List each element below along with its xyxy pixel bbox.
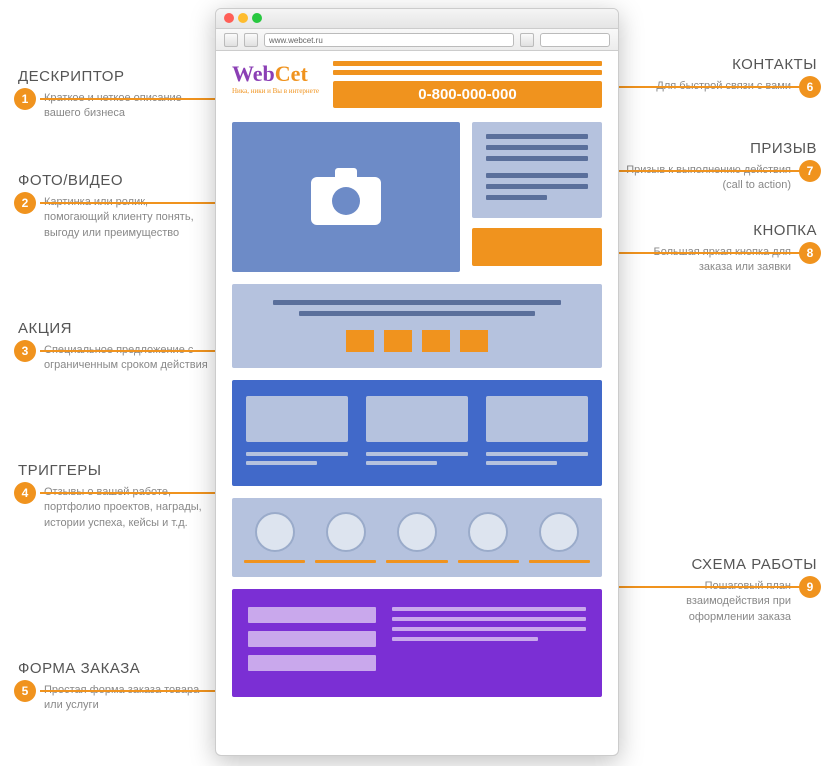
promo-item[interactable] <box>346 330 374 352</box>
annotation-badge: 1 <box>14 88 36 110</box>
workflow-step <box>244 512 305 563</box>
annotation-desc: Специальное предложение с ограниченным с… <box>44 343 213 374</box>
minimize-icon[interactable] <box>238 13 248 23</box>
annotation-badge: 8 <box>799 242 821 264</box>
annotation-button: КНОПКА 8 Большая яркая кнопка для заказа… <box>622 222 817 276</box>
cta-text-block <box>472 122 602 218</box>
form-input[interactable] <box>248 631 376 647</box>
form-input[interactable] <box>248 655 376 671</box>
annotation-title: КНОПКА <box>622 222 817 239</box>
annotation-title: ДЕСКРИПТОР <box>18 68 213 85</box>
annotation-badge: 2 <box>14 192 36 214</box>
connector-line <box>40 492 240 494</box>
connector-line <box>40 350 240 352</box>
promo-item[interactable] <box>384 330 412 352</box>
annotation-badge: 5 <box>14 680 36 702</box>
annotation-title: ТРИГГЕРЫ <box>18 462 213 479</box>
annotation-media: ФОТО/ВИДЕО 2 Картинка или ролик, помогаю… <box>18 172 213 241</box>
connector-line <box>597 252 802 254</box>
descriptor-line <box>333 61 602 66</box>
order-form-block <box>232 589 602 697</box>
order-form-fields <box>248 607 376 679</box>
browser-titlebar <box>216 9 618 29</box>
annotation-title: КОНТАКТЫ <box>622 56 817 73</box>
annotation-descriptor: ДЕСКРИПТОР 1 Краткое и четкое описание в… <box>18 68 213 122</box>
logo[interactable]: WebCet Ника, ники и Вы в интернете <box>232 61 319 95</box>
triggers-block <box>232 380 602 486</box>
cta-column <box>472 122 602 272</box>
back-button[interactable] <box>224 33 238 47</box>
trigger-item[interactable] <box>246 396 348 470</box>
site-header: WebCet Ника, ники и Вы в интернете 0-800… <box>232 61 602 108</box>
page-content: WebCet Ника, ники и Вы в интернете 0-800… <box>216 51 618 707</box>
connector-line <box>40 202 240 204</box>
annotation-badge: 9 <box>799 576 821 598</box>
annotation-promo: АКЦИЯ 3 Специальное предложение с ограни… <box>18 320 213 374</box>
reload-button[interactable] <box>520 33 534 47</box>
connector-line <box>597 586 802 588</box>
annotation-title: ПРИЗЫВ <box>622 140 817 157</box>
annotation-desc: Призыв к выполнению действия (call to ac… <box>622 163 791 194</box>
header-right: 0-800-000-000 <box>333 61 602 108</box>
trigger-item[interactable] <box>486 396 588 470</box>
workflow-step <box>315 512 376 563</box>
workflow-step <box>458 512 519 563</box>
annotation-title: ФОТО/ВИДЕО <box>18 172 213 189</box>
annotation-badge: 3 <box>14 340 36 362</box>
annotation-title: АКЦИЯ <box>18 320 213 337</box>
phone-number[interactable]: 0-800-000-000 <box>333 81 602 108</box>
promo-item[interactable] <box>422 330 450 352</box>
promo-item[interactable] <box>460 330 488 352</box>
annotation-badge: 6 <box>799 76 821 98</box>
primary-cta-button[interactable] <box>472 228 602 266</box>
annotation-orderform: ФОРМА ЗАКАЗА 5 Простая форма заказа това… <box>18 660 213 714</box>
camera-icon <box>311 170 381 225</box>
maximize-icon[interactable] <box>252 13 262 23</box>
workflow-block <box>232 498 602 577</box>
traffic-lights <box>224 13 262 23</box>
annotation-title: ФОРМА ЗАКАЗА <box>18 660 213 677</box>
url-field[interactable]: www.webcet.ru <box>264 33 514 47</box>
annotation-contacts: КОНТАКТЫ 6 Для быстрой связи с вами <box>622 56 817 94</box>
annotation-desc: Краткое и четкое описание вашего бизнеса <box>44 91 213 122</box>
annotation-triggers: ТРИГГЕРЫ 4 Отзывы о вашей работе, портфо… <box>18 462 213 531</box>
connector-line <box>40 690 240 692</box>
promo-block <box>232 284 602 368</box>
annotation-badge: 4 <box>14 482 36 504</box>
annotation-workflow: СХЕМА РАБОТЫ 9 Пошаговый план взаимодейс… <box>622 556 817 625</box>
order-form-text <box>392 607 586 679</box>
browser-toolbar: www.webcet.ru <box>216 29 618 51</box>
connector-line <box>590 86 800 88</box>
annotation-badge: 7 <box>799 160 821 182</box>
descriptor-line <box>333 70 602 75</box>
connector-line <box>597 170 802 172</box>
annotation-cta: ПРИЗЫВ 7 Призыв к выполнению действия (c… <box>622 140 817 194</box>
media-block[interactable] <box>232 122 460 272</box>
annotation-desc: Большая яркая кнопка для заказа или заяв… <box>622 245 791 276</box>
hero-row <box>232 122 602 272</box>
annotation-title: СХЕМА РАБОТЫ <box>622 556 817 573</box>
workflow-step <box>386 512 447 563</box>
forward-button[interactable] <box>244 33 258 47</box>
trigger-item[interactable] <box>366 396 468 470</box>
logo-tagline: Ника, ники и Вы в интернете <box>232 87 319 95</box>
logo-text: WebCet <box>232 61 319 87</box>
annotation-desc: Простая форма заказа товара или услуги <box>44 683 213 714</box>
form-input[interactable] <box>248 607 376 623</box>
browser-window: www.webcet.ru WebCet Ника, ники и Вы в и… <box>215 8 619 756</box>
workflow-step <box>529 512 590 563</box>
close-icon[interactable] <box>224 13 234 23</box>
search-field[interactable] <box>540 33 610 47</box>
